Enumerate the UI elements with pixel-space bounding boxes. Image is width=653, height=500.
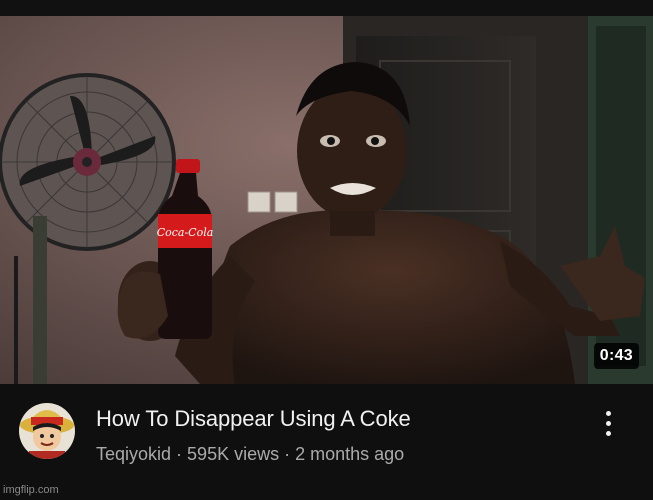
menu-dot [605,410,611,416]
more-vert-icon[interactable] [594,405,622,441]
view-count: 595K views [187,444,280,464]
menu-dot [605,430,611,436]
separator: · [171,444,188,464]
menu-dot [605,420,611,426]
video-meta [0,384,653,500]
watermark: imgflip.com [3,484,59,496]
bottle-label: Coca-Cola [157,226,214,239]
video-thumbnail[interactable]: Coca-Cola 0:43 [0,16,653,384]
video-title[interactable]: How To Disappear Using A Coke [96,406,411,432]
thumbnail-image: Coca-Cola [0,16,653,384]
upload-age: 2 months ago [295,444,405,464]
top-bar [0,0,653,16]
separator: · [279,444,296,464]
video-subline: Teqiyokid · 595K views · 2 months ago [96,444,404,465]
channel-name[interactable]: Teqiyokid [96,444,171,464]
avatar-image [19,403,75,459]
channel-avatar[interactable] [19,403,75,459]
duration-badge: 0:43 [593,343,639,369]
